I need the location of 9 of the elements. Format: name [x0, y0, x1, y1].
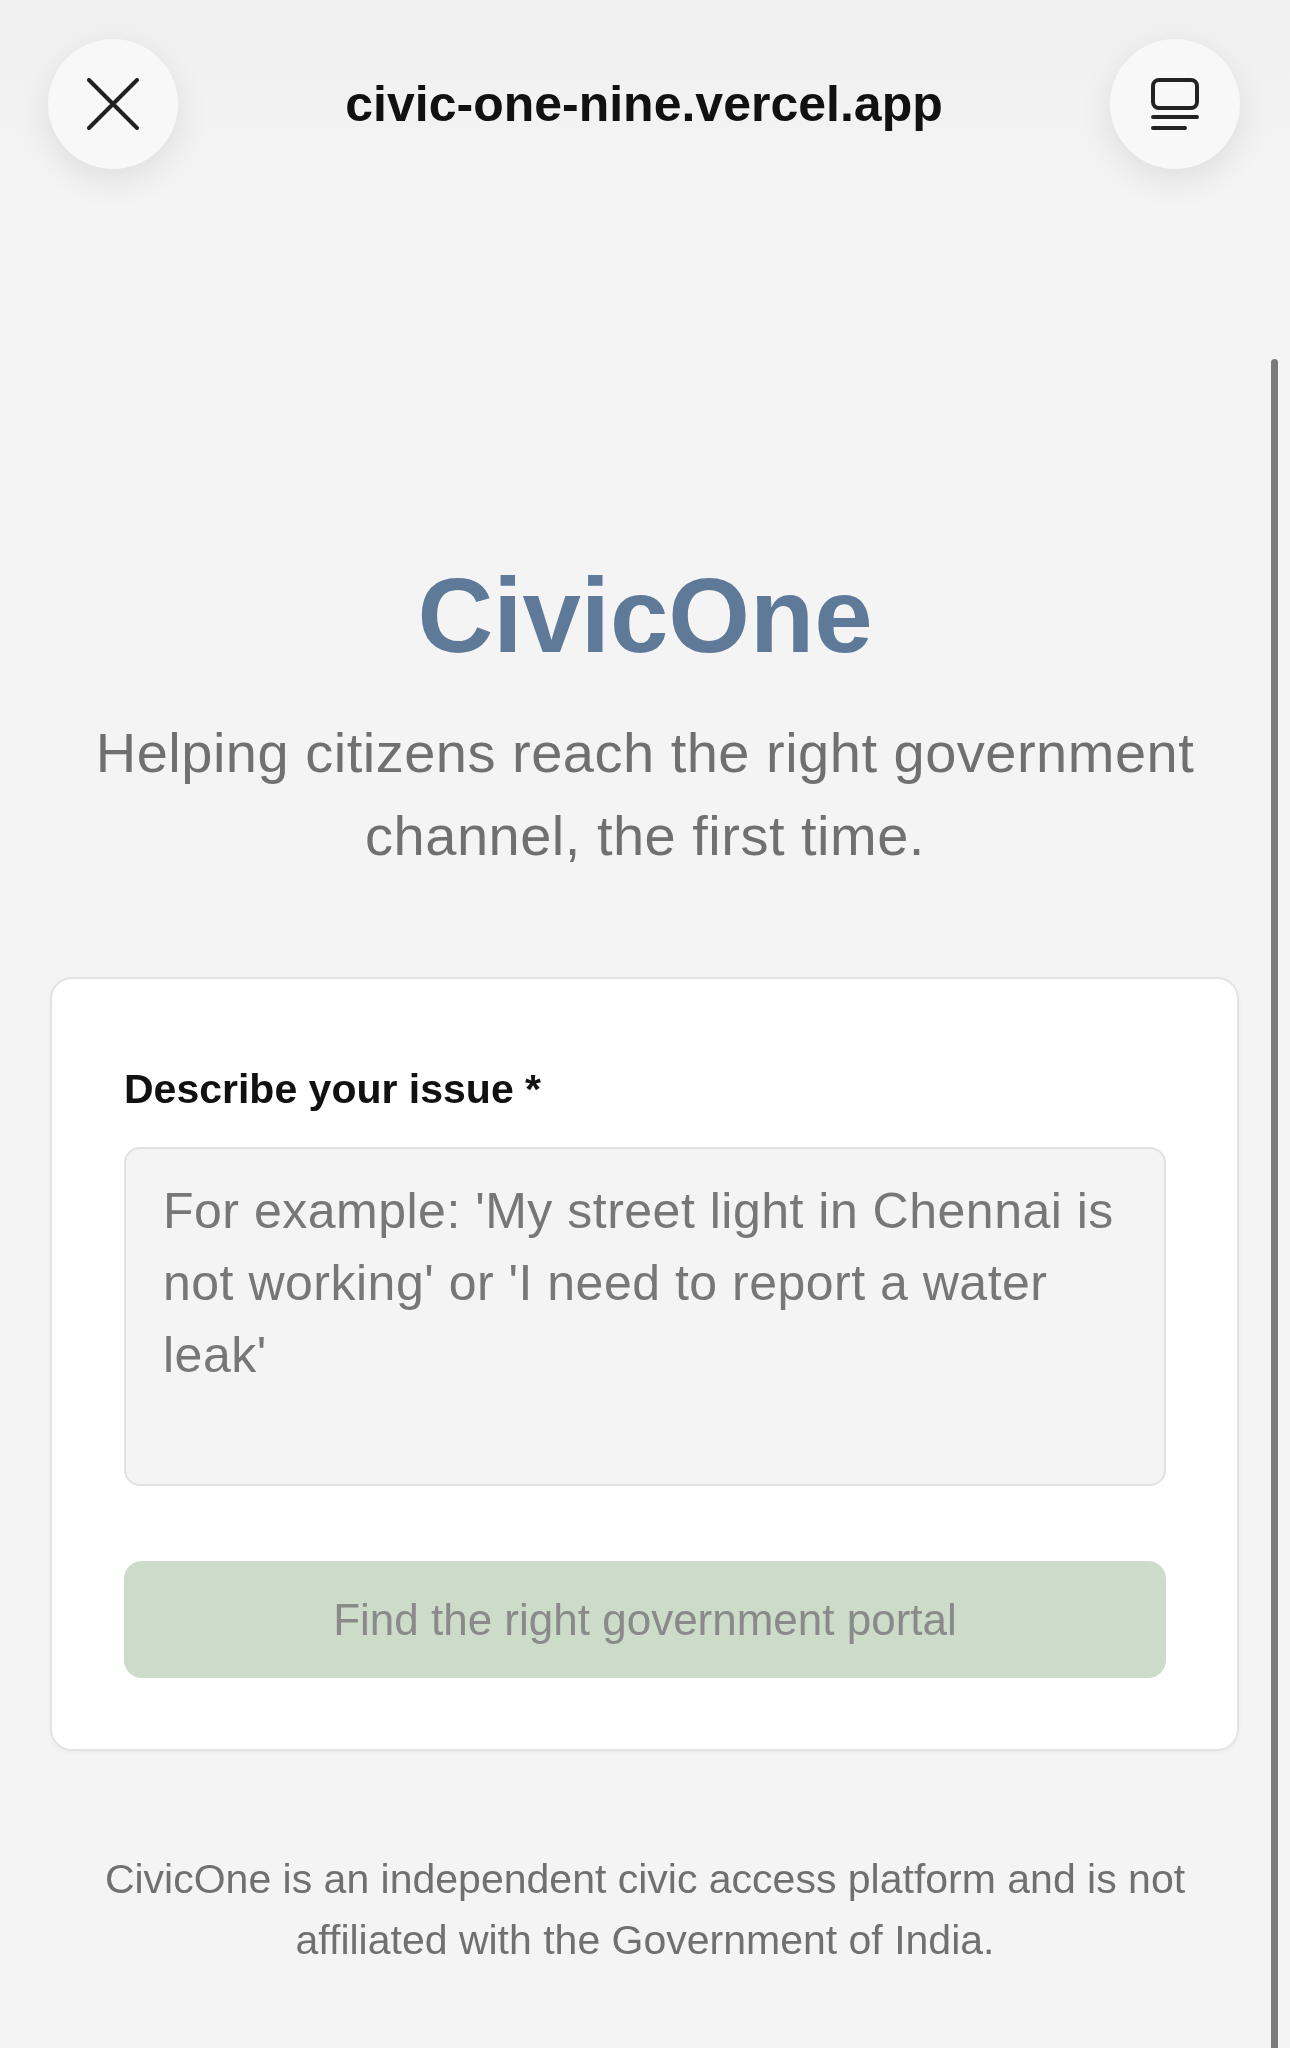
rectangle-lines-icon: [1151, 78, 1199, 130]
issue-field[interactable]: For example: 'My street light in Chennai is not working' or 'I need to report a water leak': [124, 1147, 1166, 1486]
tagline: Helping citizens reach the right government channel, the first time.: [94, 720, 1196, 869]
disclaimer: CivicOne is an independent civic access platform and is not affiliated with the Government of India.: [103, 1855, 1187, 1965]
scrollbar-thumb[interactable]: [1271, 359, 1278, 2048]
page-url: civic-one-nine.vercel.app: [345, 75, 943, 133]
app-title: CivicOne: [417, 556, 873, 676]
close-icon: [87, 78, 139, 130]
field-label: Describe your issue *: [124, 1065, 542, 1113]
